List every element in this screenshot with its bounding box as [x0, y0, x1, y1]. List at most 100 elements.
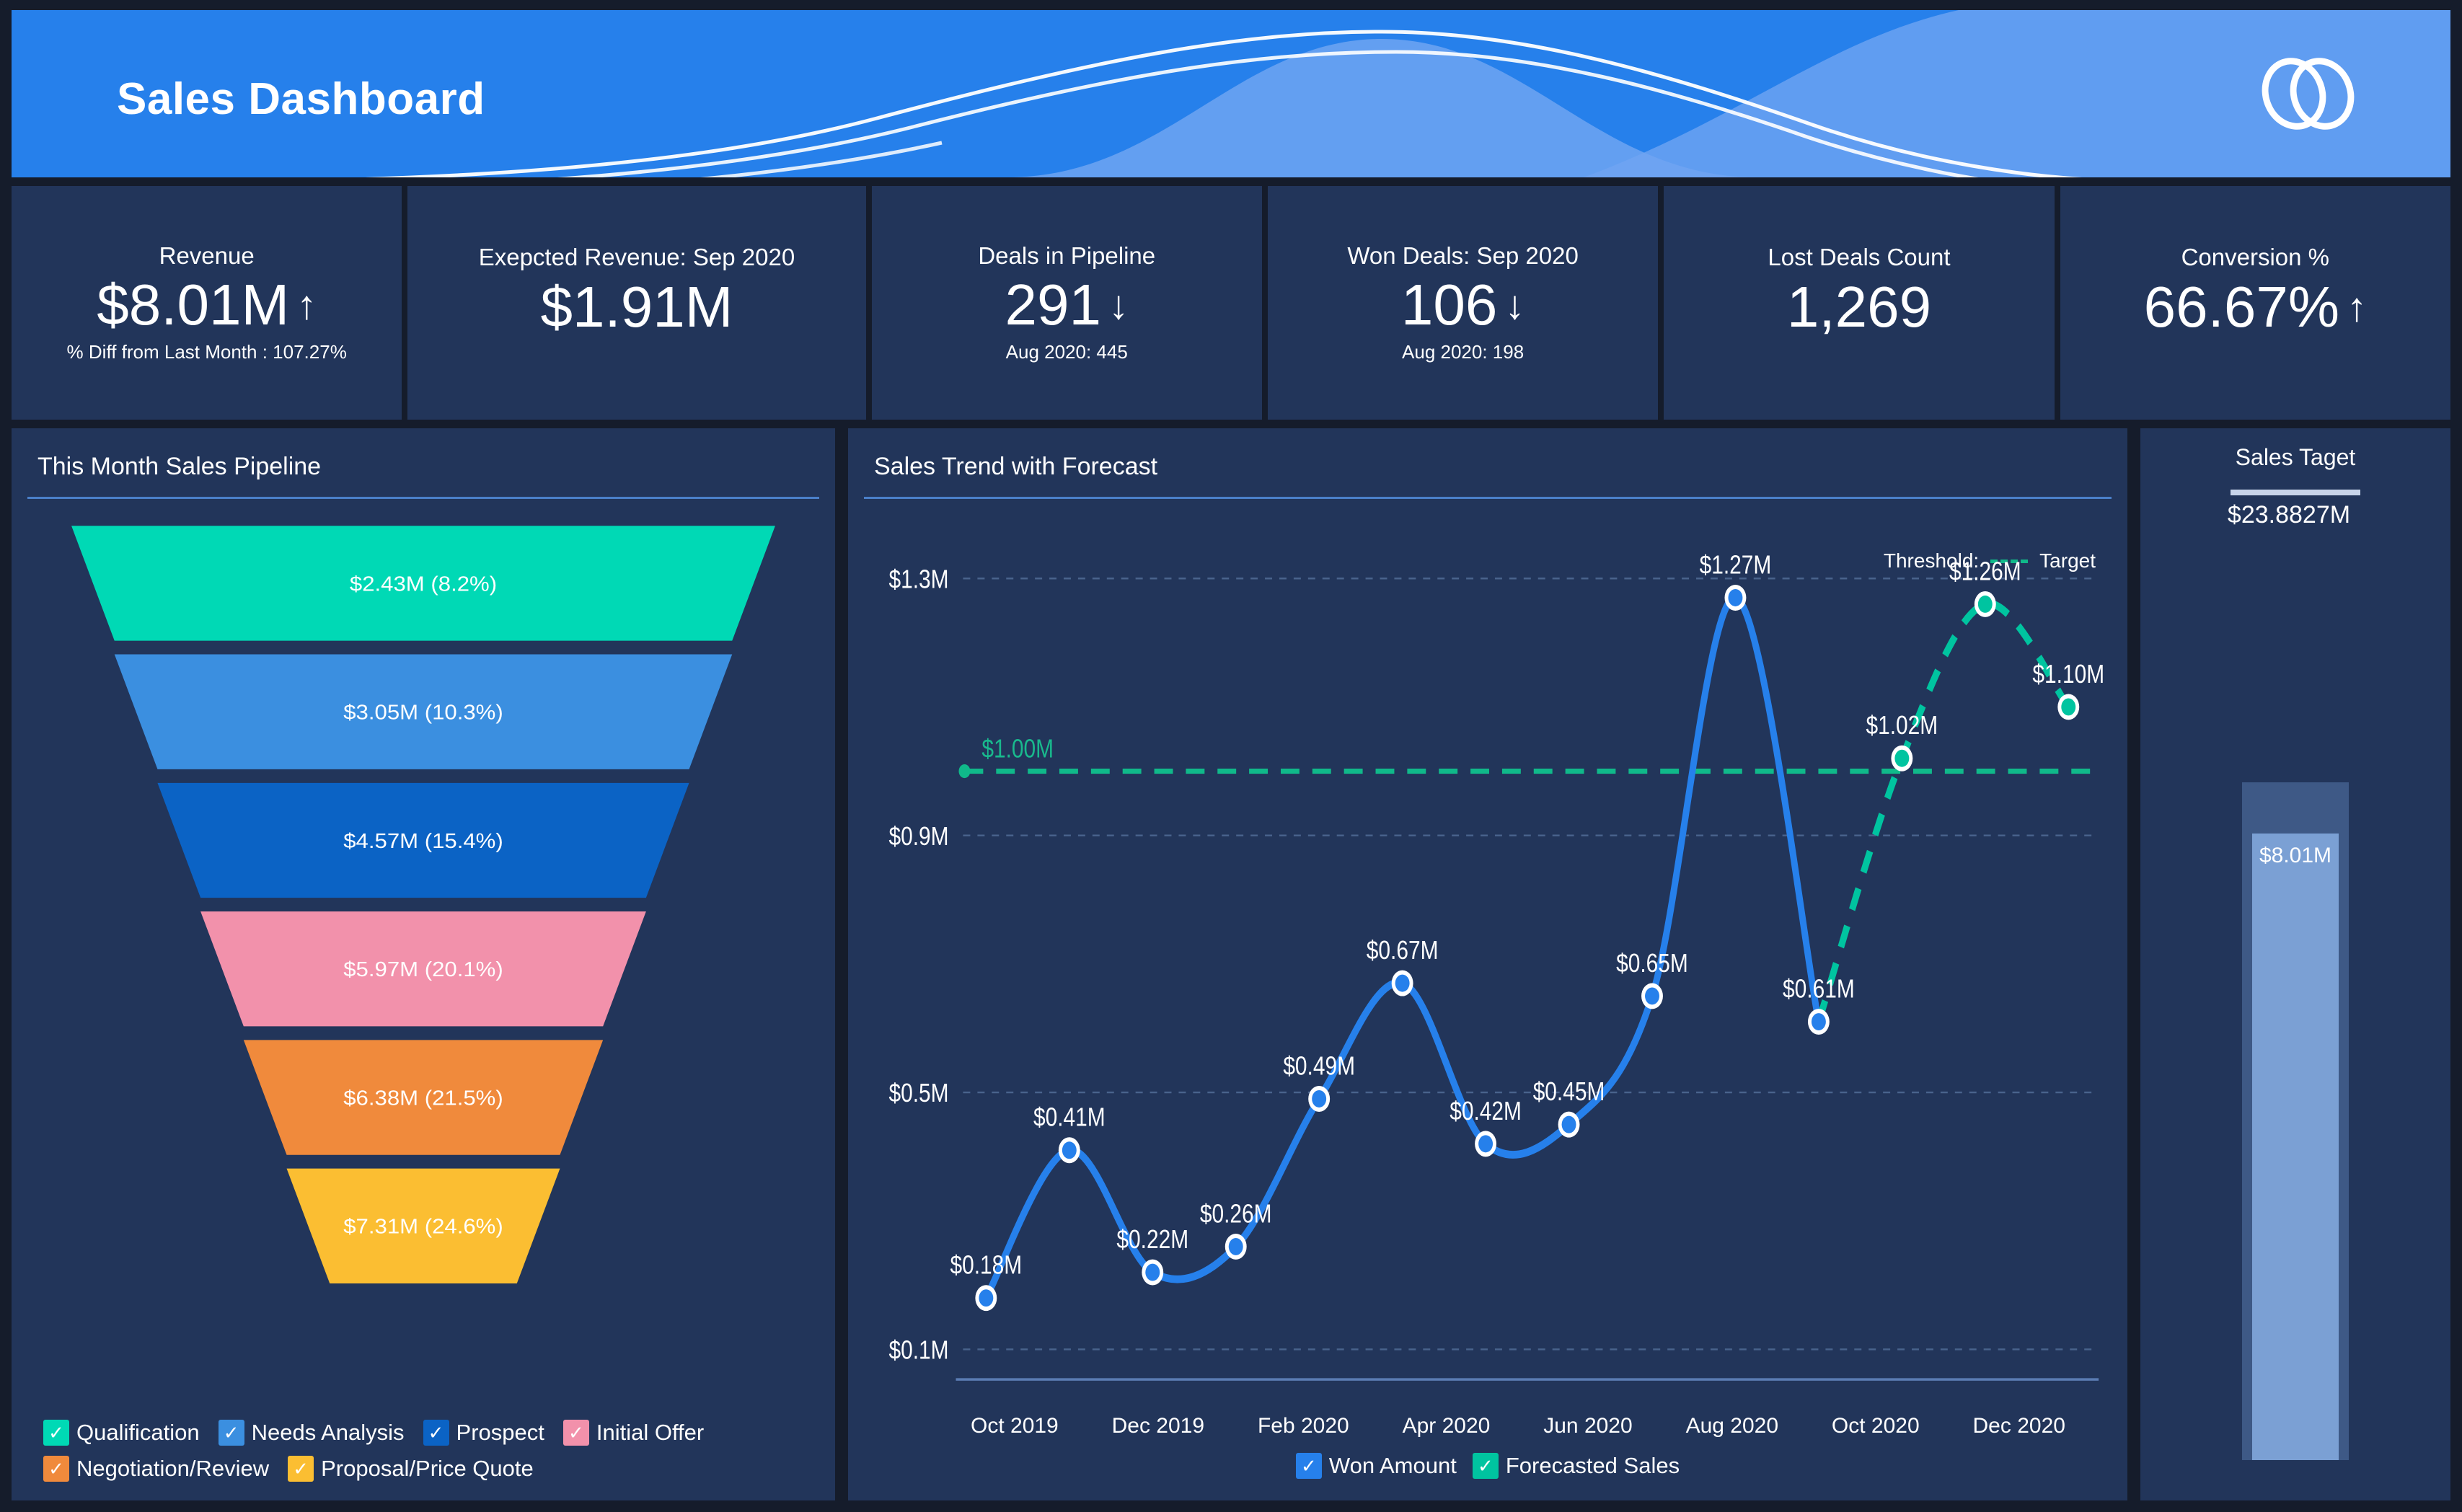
panel-title: This Month Sales Pipeline	[37, 453, 322, 480]
x-axis-tick-label: Aug 2020	[1685, 1414, 1779, 1438]
forecasted-sales-line	[1815, 599, 2071, 1023]
kpi-label: Lost Deals Count	[1768, 244, 1951, 271]
kpi-value-group: 291 ↓	[1005, 276, 1129, 334]
target-marker-line	[2231, 490, 2360, 495]
kpi-label: Revenue	[159, 242, 255, 269]
legend-label: Won Amount	[1328, 1453, 1457, 1478]
won-amount-point-marker[interactable]	[1561, 1115, 1576, 1133]
kpi-card-conversion-percent[interactable]: Conversion % 66.67% ↑	[2060, 186, 2450, 420]
won-amount-point-value-label: $0.18M	[950, 1251, 1023, 1280]
won-amount-point-marker[interactable]	[1645, 987, 1659, 1005]
sales-target-panel: Sales Taget $23.8827M $8.01M	[2140, 428, 2450, 1500]
won-amount-point-marker[interactable]	[1811, 1013, 1826, 1031]
won-amount-point-marker[interactable]	[1062, 1141, 1077, 1159]
trend-legend: ✓ Won Amount ✓ Forecasted Sales	[848, 1438, 2127, 1500]
funnel-chart: $2.43M (8.2%) $3.05M (10.3%) $4.57M (15.4%…	[12, 499, 835, 1414]
trend-down-icon: ↓	[1504, 282, 1525, 328]
kpi-card-expected-revenue[interactable]: Exepcted Revenue: Sep 2020 $1.91M	[407, 186, 866, 420]
main-row: This Month Sales Pipeline $2.43M (8.2%) $…	[12, 428, 2450, 1500]
won-amount-point-marker[interactable]	[1312, 1090, 1327, 1108]
kpi-label: Conversion %	[2181, 244, 2330, 271]
kpi-row: Revenue $8.01M ↑ % Diff from Last Month …	[12, 186, 2450, 420]
legend-label: Prospect	[456, 1420, 544, 1445]
funnel-segment-label: $4.57M (15.4%)	[343, 830, 503, 852]
funnel-legend-item[interactable]: ✓ Initial Offer	[562, 1420, 705, 1446]
legend-checkbox-icon[interactable]: ✓	[288, 1456, 314, 1482]
won-amount-point-marker[interactable]	[1228, 1237, 1243, 1255]
x-axis-tick-label: Oct 2019	[971, 1414, 1059, 1438]
funnel-legend-item[interactable]: ✓ Needs Analysis	[218, 1420, 405, 1446]
kpi-value-group: $8.01M ↑	[97, 276, 317, 334]
dashboard-header: Sales Dashboard	[12, 10, 2450, 177]
kpi-card-deals-in-pipeline[interactable]: Deals in Pipeline 291 ↓ Aug 2020: 445	[871, 186, 1262, 420]
kpi-subtext: Aug 2020: 198	[1402, 341, 1525, 363]
kpi-subtext: Aug 2020: 445	[1005, 341, 1128, 363]
y-axis-tick-label: $0.5M	[888, 1079, 948, 1108]
kpi-card-lost-deals-count[interactable]: Lost Deals Count 1,269	[1664, 186, 2055, 420]
funnel-legend: ✓ Qualification ✓ Needs Analysis ✓ Prospect ✓ I…	[12, 1414, 835, 1500]
trend-down-icon: ↓	[1108, 282, 1129, 328]
won-amount-point-value-label: $1.27M	[1700, 551, 1772, 580]
funnel-legend-item[interactable]: ✓ Negotiation/Review	[43, 1456, 269, 1482]
funnel-legend-item[interactable]: ✓ Prospect	[423, 1420, 544, 1446]
kpi-label: Won Deals: Sep 2020	[1347, 242, 1579, 269]
legend-checkbox-icon[interactable]: ✓	[562, 1420, 589, 1446]
won-amount-point-marker[interactable]	[979, 1289, 994, 1307]
x-axis-tick-label: Jun 2020	[1543, 1414, 1633, 1438]
target-value: $23.8827M	[2227, 501, 2351, 529]
funnel-legend-item[interactable]: ✓ Proposal/Price Quote	[288, 1456, 534, 1482]
legend-label: Initial Offer	[596, 1420, 705, 1445]
x-axis-tick-label: Dec 2020	[1972, 1414, 2065, 1438]
trend-legend-item[interactable]: ✓ Won Amount	[1295, 1453, 1457, 1479]
kpi-card-won-deals[interactable]: Won Deals: Sep 2020 106 ↓ Aug 2020: 198	[1267, 186, 1659, 420]
legend-checkbox-icon[interactable]: ✓	[218, 1420, 244, 1446]
threshold-value-label: $1.00M	[981, 735, 1054, 764]
funnel-segment-label: $6.38M (21.5%)	[343, 1087, 503, 1110]
legend-label: Forecasted Sales	[1505, 1453, 1680, 1478]
forecasted-sales-point-marker[interactable]	[1894, 749, 1910, 767]
gauge-track: $8.01M	[2242, 782, 2349, 1460]
won-amount-point-value-label: $0.61M	[1783, 975, 1855, 1004]
x-axis-tick-label: Dec 2019	[1111, 1414, 1205, 1438]
kpi-label: Deals in Pipeline	[978, 242, 1156, 269]
target-gauge[interactable]: $8.01M	[2242, 529, 2349, 1500]
trend-chart: $1.00M $1.3M $0.9M $0.5M $0.1M $0.18M $0.41M…	[848, 499, 2127, 1414]
legend-checkbox-icon[interactable]: ✓	[1472, 1453, 1499, 1479]
kpi-value-group: 1,269	[1787, 278, 1931, 336]
kpi-value-group: 66.67% ↑	[2144, 278, 2367, 336]
kpi-value: $1.91M	[540, 274, 733, 339]
y-axis-tick-label: $0.9M	[888, 822, 948, 851]
x-axis-tick-label: Oct 2020	[1831, 1414, 1920, 1438]
won-amount-point-marker[interactable]	[1395, 974, 1410, 992]
legend-checkbox-icon[interactable]: ✓	[423, 1420, 449, 1446]
legend-checkbox-icon[interactable]: ✓	[43, 1456, 69, 1482]
kpi-value: 291	[1005, 273, 1101, 337]
legend-label: Proposal/Price Quote	[321, 1456, 534, 1481]
trend-up-icon: ↑	[296, 282, 317, 328]
gauge-bar-label: $8.01M	[2259, 843, 2332, 867]
funnel-segment-label: $7.31M (24.6%)	[343, 1216, 503, 1238]
won-amount-point-marker[interactable]	[1145, 1263, 1160, 1281]
kpi-card-revenue[interactable]: Revenue $8.01M ↑ % Diff from Last Month …	[12, 186, 402, 420]
legend-checkbox-icon[interactable]: ✓	[43, 1420, 69, 1446]
panel-title: Sales Trend with Forecast	[874, 453, 1158, 480]
legend-checkbox-icon[interactable]: ✓	[1295, 1453, 1322, 1479]
gauge-bar: $8.01M	[2252, 833, 2339, 1460]
zoho-infinity-loops-icon	[2262, 58, 2355, 130]
sales-pipeline-panel: This Month Sales Pipeline $2.43M (8.2%) $…	[12, 428, 835, 1500]
won-amount-point-marker[interactable]	[1728, 589, 1743, 606]
kpi-subtext: % Diff from Last Month : 107.27%	[66, 341, 347, 363]
won-amount-point-value-label: $0.41M	[1033, 1103, 1106, 1132]
trend-legend-item[interactable]: ✓ Forecasted Sales	[1472, 1453, 1680, 1479]
won-amount-point-marker[interactable]	[1478, 1135, 1493, 1153]
forecasted-sales-point-value-label: $1.26M	[1949, 557, 2021, 586]
target-panel-title: Sales Taget	[2235, 444, 2356, 470]
page-title: Sales Dashboard	[117, 74, 485, 124]
threshold-marker	[958, 764, 971, 779]
dashboard-page: Sales Dashboard Revenue $8.01M ↑ % Diff …	[0, 0, 2462, 1512]
forecasted-sales-point-marker[interactable]	[2061, 698, 2076, 716]
forecasted-sales-point-marker[interactable]	[1977, 595, 1993, 613]
funnel-legend-item[interactable]: ✓ Qualification	[43, 1420, 200, 1446]
won-amount-point-value-label: $0.67M	[1367, 937, 1439, 965]
kpi-value: $8.01M	[97, 273, 290, 337]
